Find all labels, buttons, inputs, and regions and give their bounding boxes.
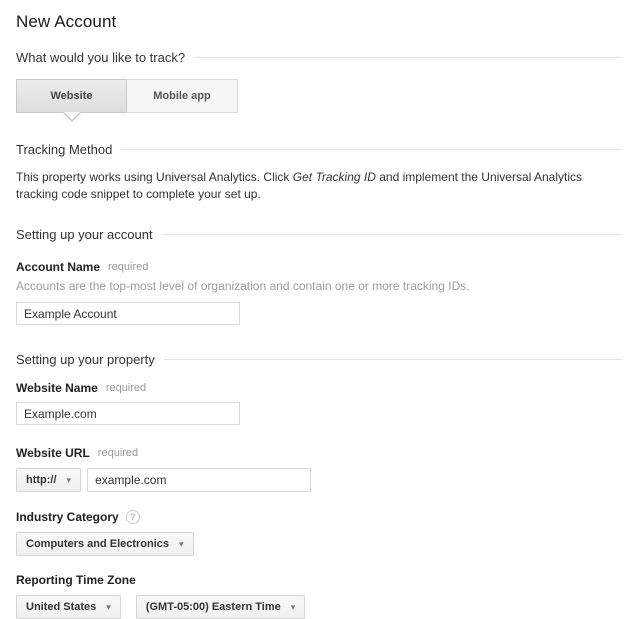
property-section-heading-label: Setting up your property (16, 352, 155, 367)
website-name-label: Website Name required (16, 381, 622, 395)
country-dropdown-value: United States (26, 601, 96, 613)
website-url-label-text: Website URL (16, 446, 90, 460)
website-url-input[interactable] (87, 468, 311, 492)
required-flag: required (108, 261, 148, 273)
required-flag: required (98, 447, 138, 459)
heading-rule (121, 149, 622, 150)
tab-website[interactable]: Website (16, 79, 127, 113)
tab-mobile-app[interactable]: Mobile app (127, 79, 238, 113)
new-account-page: New Account What would you like to track… (0, 12, 640, 619)
track-type-tabs: Website Mobile app (16, 79, 238, 113)
account-name-helper: Accounts are the top-most level of organ… (16, 279, 622, 293)
industry-category-label-text: Industry Category (16, 510, 119, 524)
required-flag: required (106, 382, 146, 394)
reporting-time-zone-label: Reporting Time Zone (16, 573, 622, 587)
protocol-dropdown[interactable]: http:// ▾ (16, 468, 81, 492)
website-url-row: http:// ▾ (16, 468, 622, 492)
heading-rule (162, 234, 622, 235)
tab-website-label: Website (51, 90, 93, 102)
timezone-dropdown[interactable]: (GMT-05:00) Eastern Time ▾ (136, 595, 305, 619)
account-section-heading-label: Setting up your account (16, 227, 153, 242)
tracking-method-heading-label: Tracking Method (16, 142, 112, 157)
account-name-input[interactable] (16, 302, 240, 325)
chevron-down-icon: ▾ (291, 602, 296, 613)
heading-rule (164, 359, 622, 360)
selected-tab-pointer (63, 113, 81, 122)
account-name-label-text: Account Name (16, 260, 100, 274)
selected-tab-pointer-fill (64, 112, 80, 120)
get-tracking-id-text: Get Tracking ID (293, 170, 376, 184)
website-name-label-text: Website Name (16, 381, 98, 395)
website-url-label: Website URL required (16, 446, 622, 460)
website-name-input[interactable] (16, 402, 240, 425)
tracking-method-heading: Tracking Method (16, 142, 622, 157)
track-section-heading-label: What would you like to track? (16, 50, 185, 65)
help-icon[interactable]: ? (126, 510, 140, 524)
account-section-heading: Setting up your account (16, 227, 622, 242)
protocol-dropdown-value: http:// (26, 474, 57, 486)
reporting-time-zone-label-text: Reporting Time Zone (16, 573, 136, 587)
heading-rule (194, 57, 622, 58)
tracking-method-description: This property works using Universal Anal… (16, 169, 622, 203)
timezone-dropdown-value: (GMT-05:00) Eastern Time (146, 601, 281, 613)
tab-mobile-app-label: Mobile app (153, 90, 210, 102)
description-text: This property works using Universal Anal… (16, 170, 293, 184)
track-section-heading: What would you like to track? (16, 50, 622, 65)
chevron-down-icon: ▾ (179, 539, 184, 550)
account-name-label: Account Name required (16, 260, 622, 274)
chevron-down-icon: ▾ (106, 602, 111, 613)
country-dropdown[interactable]: United States ▾ (16, 595, 121, 619)
industry-category-dropdown-value: Computers and Electronics (26, 538, 169, 550)
industry-category-label: Industry Category ? (16, 510, 622, 524)
chevron-down-icon: ▾ (67, 475, 72, 486)
time-zone-row: United States ▾ (GMT-05:00) Eastern Time… (16, 595, 622, 619)
industry-category-dropdown[interactable]: Computers and Electronics ▾ (16, 532, 194, 556)
property-section-heading: Setting up your property (16, 352, 622, 367)
page-title: New Account (16, 12, 622, 32)
